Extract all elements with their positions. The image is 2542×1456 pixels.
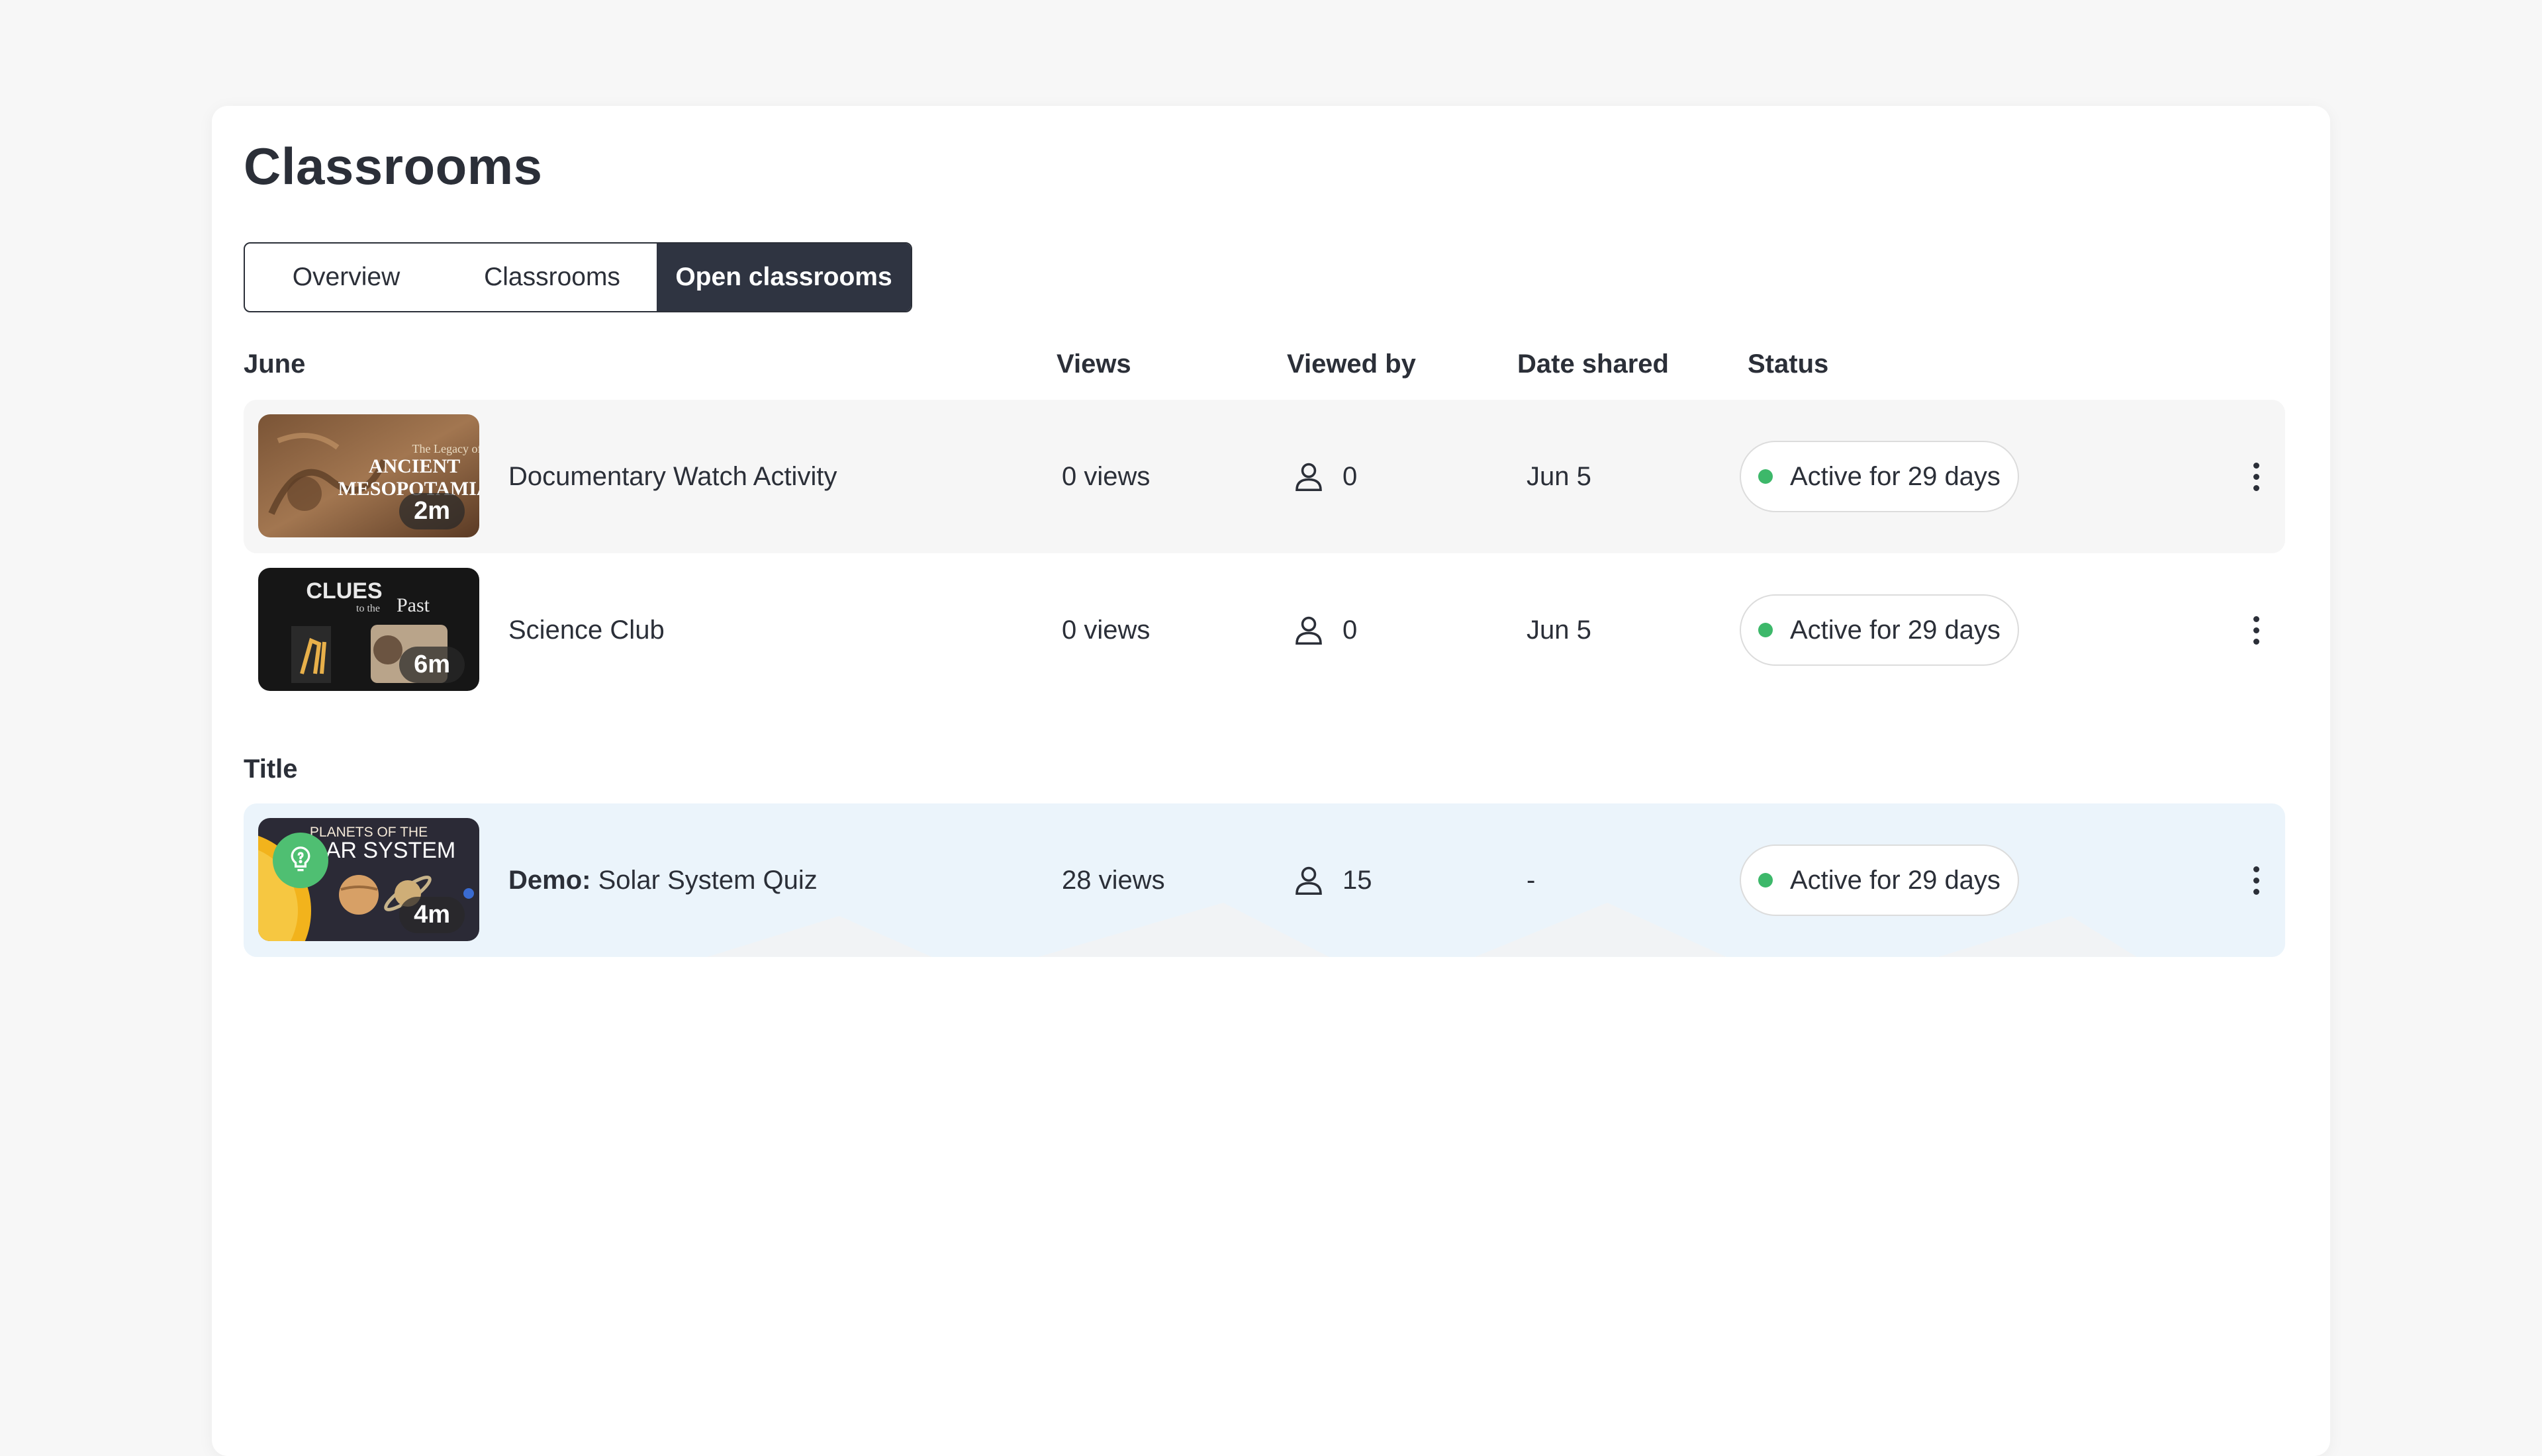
date-shared: Jun 5 [1527, 461, 1591, 491]
table-row[interactable]: CLUES to the Past 6m Science Club 0 view… [244, 553, 2285, 707]
column-header-views: Views [1057, 349, 1131, 379]
status-text: Active for 29 days [1790, 615, 2001, 645]
viewed-by-count: 0 [1342, 615, 1358, 645]
classroom-name-text: Solar System Quiz [598, 865, 818, 895]
viewed-by-count: 0 [1342, 461, 1358, 491]
group-label-june: June [244, 349, 306, 379]
quiz-bulb-icon [273, 833, 328, 888]
person-icon [1295, 616, 1322, 645]
classroom-name[interactable]: Demo: Solar System Quiz [508, 803, 818, 957]
status-text: Active for 29 days [1790, 865, 2001, 895]
duration-badge: 2m [399, 493, 465, 529]
views-count: 0 views [1062, 461, 1151, 491]
status-badge: Active for 29 days [1740, 441, 2019, 512]
more-vertical-icon[interactable] [2230, 450, 2283, 503]
video-thumbnail[interactable]: The Legacy of ANCIENT MESOPOTAMIA 2m [258, 414, 479, 537]
tab-classrooms[interactable]: Classrooms [447, 244, 657, 311]
table-row[interactable]: PLANETS OF THE AR SYSTEM 4m Demo: Solar … [244, 803, 2285, 957]
date-shared: - [1527, 865, 1536, 895]
column-header-viewed-by: Viewed by [1287, 349, 1416, 379]
video-thumbnail[interactable]: PLANETS OF THE AR SYSTEM 4m [258, 818, 479, 941]
classrooms-card: Classrooms Overview Classrooms Open clas… [212, 106, 2330, 1456]
views-count: 28 views [1062, 865, 1165, 895]
status-text: Active for 29 days [1790, 461, 2001, 491]
more-vertical-icon[interactable] [2230, 854, 2283, 907]
demo-prefix: Demo: [508, 865, 591, 895]
duration-badge: 4m [399, 897, 465, 933]
person-icon [1295, 463, 1322, 492]
active-dot-icon [1758, 623, 1773, 637]
video-thumbnail[interactable]: CLUES to the Past 6m [258, 568, 479, 691]
thumbnail-text: AR SYSTEM [326, 838, 455, 863]
classroom-name[interactable]: Science Club [508, 553, 665, 707]
duration-badge: 6m [399, 647, 465, 683]
more-vertical-icon[interactable] [2230, 604, 2283, 657]
viewed-by: 0 [1291, 400, 1357, 553]
column-header-status: Status [1748, 349, 1829, 379]
column-header-date-shared: Date shared [1517, 349, 1669, 379]
viewed-by: 0 [1291, 553, 1357, 707]
thumbnail-text: The Legacy of [412, 442, 479, 455]
thumbnail-text: ANCIENT [369, 455, 460, 477]
tab-bar: Overview Classrooms Open classrooms [244, 242, 912, 312]
status-badge: Active for 29 days [1740, 844, 2019, 916]
page-title: Classrooms [244, 137, 543, 195]
viewed-by-count: 15 [1342, 865, 1372, 895]
tab-overview[interactable]: Overview [245, 244, 447, 311]
viewed-by: 15 [1291, 803, 1372, 957]
thumbnail-text: to the [356, 603, 380, 614]
group-label-title: Title [244, 754, 298, 784]
thumbnail-text: Past [397, 594, 430, 616]
table-row[interactable]: The Legacy of ANCIENT MESOPOTAMIA 2m Doc… [244, 400, 2285, 553]
active-dot-icon [1758, 873, 1773, 887]
active-dot-icon [1758, 469, 1773, 484]
views-count: 0 views [1062, 615, 1151, 645]
person-icon [1295, 866, 1322, 895]
thumbnail-text: CLUES [306, 578, 382, 604]
tab-open-classrooms[interactable]: Open classrooms [657, 244, 911, 311]
date-shared: Jun 5 [1527, 615, 1591, 645]
status-badge: Active for 29 days [1740, 594, 2019, 666]
classroom-name[interactable]: Documentary Watch Activity [508, 400, 837, 553]
